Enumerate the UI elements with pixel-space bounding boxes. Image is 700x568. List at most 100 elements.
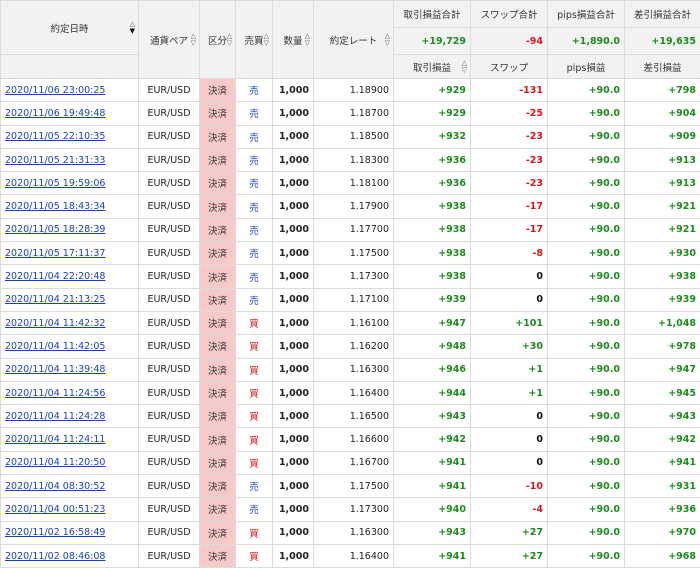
trade-rows: 2020/11/06 23:00:25EUR/USD決済売1,0001.1890…: [1, 79, 700, 568]
trade-date-link[interactable]: 2020/11/04 08:30:52: [5, 481, 105, 492]
swap-cell: +30: [471, 335, 548, 358]
table-row: 2020/11/05 22:10:35EUR/USD決済売1,0001.1850…: [1, 125, 700, 148]
trade-date-cell: 2020/11/06 19:49:48: [1, 102, 139, 125]
net-cell: +930: [625, 242, 700, 265]
sort-desc-icon[interactable]: ▽: [191, 40, 196, 47]
trade-date-cell: 2020/11/04 21:13:25: [1, 288, 139, 311]
sort-desc-active-icon[interactable]: ▼: [130, 28, 135, 35]
qty-cell: 1,000: [273, 451, 314, 474]
sort-desc-icon[interactable]: ▽: [264, 40, 269, 47]
trade-date-link[interactable]: 2020/11/04 11:20:50: [5, 457, 105, 468]
sort-toggle-qty[interactable]: △ ▽: [305, 33, 310, 47]
trade-date-link[interactable]: 2020/11/04 00:51:23: [5, 504, 105, 515]
trade-date-link[interactable]: 2020/11/04 11:39:48: [5, 364, 105, 375]
pl-cell: +936: [394, 148, 471, 171]
side-cell: 売: [236, 195, 273, 218]
col-header-baibai[interactable]: 売買 △ ▽: [236, 1, 273, 79]
pair-cell: EUR/USD: [139, 521, 200, 544]
kubun-cell: 決済: [200, 148, 236, 171]
qty-cell: 1,000: [273, 242, 314, 265]
sort-toggle-date[interactable]: △ ▼: [130, 21, 135, 35]
sort-desc-icon[interactable]: ▽: [462, 67, 467, 74]
trade-date-link[interactable]: 2020/11/02 08:46:08: [5, 551, 105, 562]
qty-cell: 1,000: [273, 428, 314, 451]
pl-cell: +944: [394, 381, 471, 404]
rate-cell: 1.18300: [314, 148, 394, 171]
trade-date-link[interactable]: 2020/11/04 22:20:48: [5, 271, 105, 282]
trade-date-cell: 2020/11/04 11:24:11: [1, 428, 139, 451]
kubun-cell: 決済: [200, 428, 236, 451]
kubun-cell: 決済: [200, 381, 236, 404]
trade-date-link[interactable]: 2020/11/05 17:11:37: [5, 248, 105, 259]
trade-date-link[interactable]: 2020/11/05 18:43:34: [5, 201, 105, 212]
kubun-cell: 決済: [200, 125, 236, 148]
swap-cell: 0: [471, 265, 548, 288]
trade-date-link[interactable]: 2020/11/05 19:59:06: [5, 178, 105, 189]
net-cell: +941: [625, 451, 700, 474]
pl-cell: +948: [394, 335, 471, 358]
sort-toggle-pl[interactable]: △ ▽: [462, 60, 467, 74]
qty-cell: 1,000: [273, 218, 314, 241]
trade-date-link[interactable]: 2020/11/04 11:24:28: [5, 411, 105, 422]
pl-cell: +943: [394, 521, 471, 544]
trade-date-link[interactable]: 2020/11/04 11:42:05: [5, 341, 105, 352]
col-header-net-total: 差引損益合計: [625, 1, 700, 28]
trade-date-link[interactable]: 2020/11/04 11:42:32: [5, 318, 105, 329]
col-header-pair[interactable]: 通貨ペア △ ▽: [139, 1, 200, 79]
qty-cell: 1,000: [273, 125, 314, 148]
trade-date-link[interactable]: 2020/11/06 19:49:48: [5, 108, 105, 119]
col-header-qty[interactable]: 数量 △ ▽: [273, 1, 314, 79]
rate-cell: 1.18500: [314, 125, 394, 148]
sort-desc-icon[interactable]: ▽: [385, 40, 390, 47]
sort-desc-icon[interactable]: ▽: [305, 40, 310, 47]
sort-desc-icon[interactable]: ▽: [227, 40, 232, 47]
col-header-pl[interactable]: 取引損益 △ ▽: [394, 55, 471, 79]
net-cell: +931: [625, 475, 700, 498]
trade-date-link[interactable]: 2020/11/04 11:24:11: [5, 434, 105, 445]
sort-toggle-kubun[interactable]: △ ▽: [227, 33, 232, 47]
trade-date-cell: 2020/11/04 11:24:28: [1, 405, 139, 428]
trade-date-cell: 2020/11/05 18:43:34: [1, 195, 139, 218]
trade-date-link[interactable]: 2020/11/04 21:13:25: [5, 294, 105, 305]
col-header-pips[interactable]: pips損益: [548, 55, 625, 79]
trade-date-link[interactable]: 2020/11/02 16:58:49: [5, 527, 105, 538]
kubun-cell: 決済: [200, 172, 236, 195]
side-cell: 買: [236, 521, 273, 544]
table-row: 2020/11/04 11:24:28EUR/USD決済買1,0001.1650…: [1, 405, 700, 428]
qty-cell: 1,000: [273, 265, 314, 288]
col-header-rate[interactable]: 約定レート △ ▽: [314, 1, 394, 79]
trade-date-cell: 2020/11/04 22:20:48: [1, 265, 139, 288]
col-header-date[interactable]: 約定日時 △ ▼: [1, 1, 139, 55]
trade-history-table: 約定日時 △ ▼ 通貨ペア △ ▽ 区分 △ ▽: [0, 0, 700, 568]
pair-cell: EUR/USD: [139, 335, 200, 358]
kubun-cell: 決済: [200, 521, 236, 544]
pl-cell: +941: [394, 544, 471, 567]
pips-cell: +90.0: [548, 335, 625, 358]
sort-toggle-rate[interactable]: △ ▽: [385, 33, 390, 47]
trade-date-link[interactable]: 2020/11/05 22:10:35: [5, 131, 105, 142]
trade-date-link[interactable]: 2020/11/06 23:00:25: [5, 85, 105, 96]
sort-toggle-baibai[interactable]: △ ▽: [264, 33, 269, 47]
net-cell: +943: [625, 405, 700, 428]
pips-cell: +90.0: [548, 218, 625, 241]
table-row: 2020/11/04 11:24:11EUR/USD決済買1,0001.1660…: [1, 428, 700, 451]
rate-cell: 1.17500: [314, 242, 394, 265]
col-header-net[interactable]: 差引損益: [625, 55, 700, 79]
pair-cell: EUR/USD: [139, 172, 200, 195]
side-cell: 売: [236, 288, 273, 311]
pl-cell: +940: [394, 498, 471, 521]
trade-date-link[interactable]: 2020/11/04 11:24:56: [5, 388, 105, 399]
trade-date-link[interactable]: 2020/11/05 21:31:33: [5, 155, 105, 166]
net-cell: +942: [625, 428, 700, 451]
col-header-swap[interactable]: スワップ: [471, 55, 548, 79]
swap-cell: 0: [471, 288, 548, 311]
col-header-kubun[interactable]: 区分 △ ▽: [200, 1, 236, 79]
net-cell: +936: [625, 498, 700, 521]
trade-date-link[interactable]: 2020/11/05 18:28:39: [5, 224, 105, 235]
side-cell: 売: [236, 172, 273, 195]
qty-cell: 1,000: [273, 381, 314, 404]
pips-cell: +90.0: [548, 125, 625, 148]
sort-toggle-pair[interactable]: △ ▽: [191, 33, 196, 47]
trade-date-cell: 2020/11/05 19:59:06: [1, 172, 139, 195]
side-cell: 売: [236, 79, 273, 102]
